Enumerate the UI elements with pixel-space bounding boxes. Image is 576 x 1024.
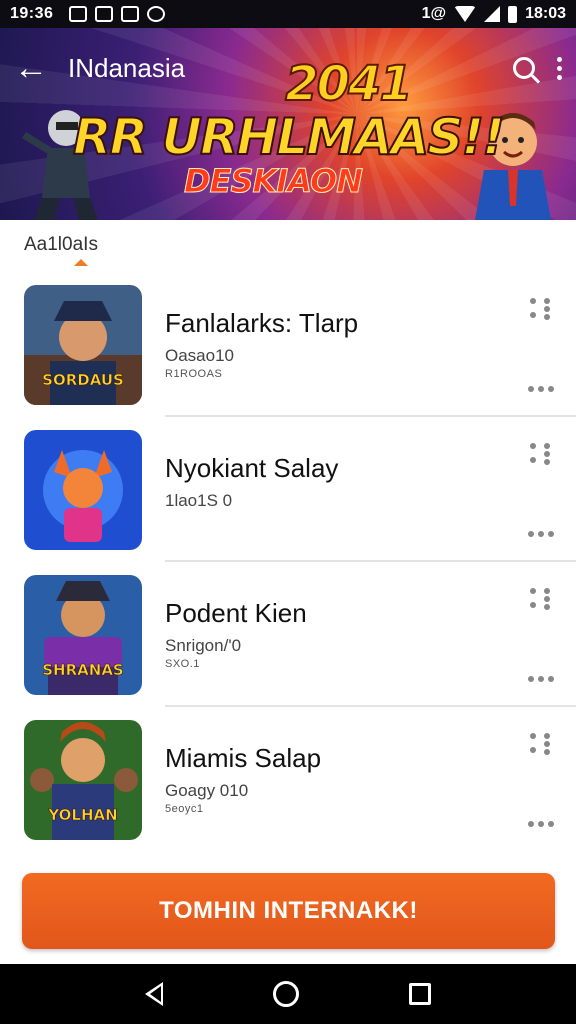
wifi-icon: [454, 6, 477, 22]
promo-banner[interactable]: 2041 RR URHLMAAS!! DESKIAON ← INdanasia: [0, 28, 576, 220]
item-subtitle: 1lao1S 0: [165, 491, 233, 510]
list-item[interactable]: SORDAUS Fanlalarks: Tlarp Oasao10 R1ROOA…: [0, 272, 576, 417]
status-time: 19:36: [10, 5, 54, 22]
status-clock: 18:03: [525, 5, 566, 22]
list-item[interactable]: YOLHAN Miamis Salap Goagy 010 5eoyc1: [0, 707, 576, 852]
thumbnail-title: YOLHAN: [48, 806, 118, 825]
thumbnail-title: SHRANAS: [42, 661, 124, 680]
banner-subheadline: DESKIAON: [184, 162, 364, 201]
tab-indicator-caret-icon: [74, 259, 88, 266]
app-bar: ← INdanasia: [0, 28, 576, 108]
overflow-menu-icon[interactable]: [528, 676, 554, 682]
game-thumbnail[interactable]: SHRANAS: [24, 575, 142, 695]
app-title: INdanasia: [68, 52, 186, 83]
status-right: 1@ 18:03: [422, 5, 566, 23]
app-notification-icon: [121, 6, 140, 22]
item-meta: SXO.1: [165, 658, 200, 670]
vibrate-label: 1@: [421, 5, 447, 22]
overflow-menu-icon[interactable]: [528, 821, 554, 827]
list-item[interactable]: Nyokiant Salay 1lao1S 0: [0, 417, 576, 562]
nav-home-icon[interactable]: [273, 981, 299, 1007]
item-title: Fanlalarks: Tlarp: [165, 308, 359, 338]
system-nav-bar: [0, 964, 576, 1024]
game-thumbnail[interactable]: [24, 430, 142, 550]
search-icon[interactable]: [513, 57, 535, 79]
section-tab-label[interactable]: Aa1l0aIs: [24, 234, 98, 256]
drag-handle-icon[interactable]: [528, 731, 554, 755]
nav-recents-icon[interactable]: [409, 983, 431, 1005]
signal-icon: [484, 6, 501, 22]
game-list: SORDAUS Fanlalarks: Tlarp Oasao10 R1ROOA…: [0, 272, 576, 852]
list-item[interactable]: SHRANAS Podent Kien Snrigon/'0 SXO.1: [0, 562, 576, 707]
install-button[interactable]: TOMHIN INTERNAKK!: [22, 873, 555, 949]
game-thumbnail[interactable]: SORDAUS: [24, 285, 142, 405]
banner-headline: RR URHLMAAS!!: [72, 107, 506, 167]
thumbnail-title: SORDAUS: [42, 371, 124, 390]
item-title: Nyokiant Salay: [165, 453, 339, 483]
overflow-menu-icon[interactable]: [528, 531, 554, 537]
overflow-menu-icon[interactable]: [528, 386, 554, 392]
drag-handle-icon[interactable]: [528, 296, 554, 320]
back-arrow-icon[interactable]: ←: [14, 51, 64, 85]
drag-handle-icon[interactable]: [528, 586, 554, 610]
item-meta: R1ROOAS: [165, 368, 223, 380]
notification-icons: [69, 6, 166, 22]
image-notification-icon: [69, 6, 88, 22]
nav-back-icon[interactable]: [145, 982, 163, 1006]
sync-notification-icon: [147, 6, 166, 22]
game-thumbnail[interactable]: YOLHAN: [24, 720, 142, 840]
item-subtitle: Snrigon/'0: [165, 636, 242, 655]
item-subtitle: Oasao10: [165, 346, 234, 365]
status-bar: 19:36 1@ 18:03: [0, 0, 576, 28]
item-meta: 5eoyc1: [165, 803, 204, 815]
drag-handle-icon[interactable]: [528, 441, 554, 465]
music-notification-icon: [95, 6, 114, 22]
battery-icon: [508, 5, 518, 23]
more-vert-icon[interactable]: [557, 56, 562, 80]
item-title: Miamis Salap: [165, 743, 322, 773]
item-title: Podent Kien: [165, 598, 307, 628]
item-subtitle: Goagy 010: [165, 781, 249, 800]
